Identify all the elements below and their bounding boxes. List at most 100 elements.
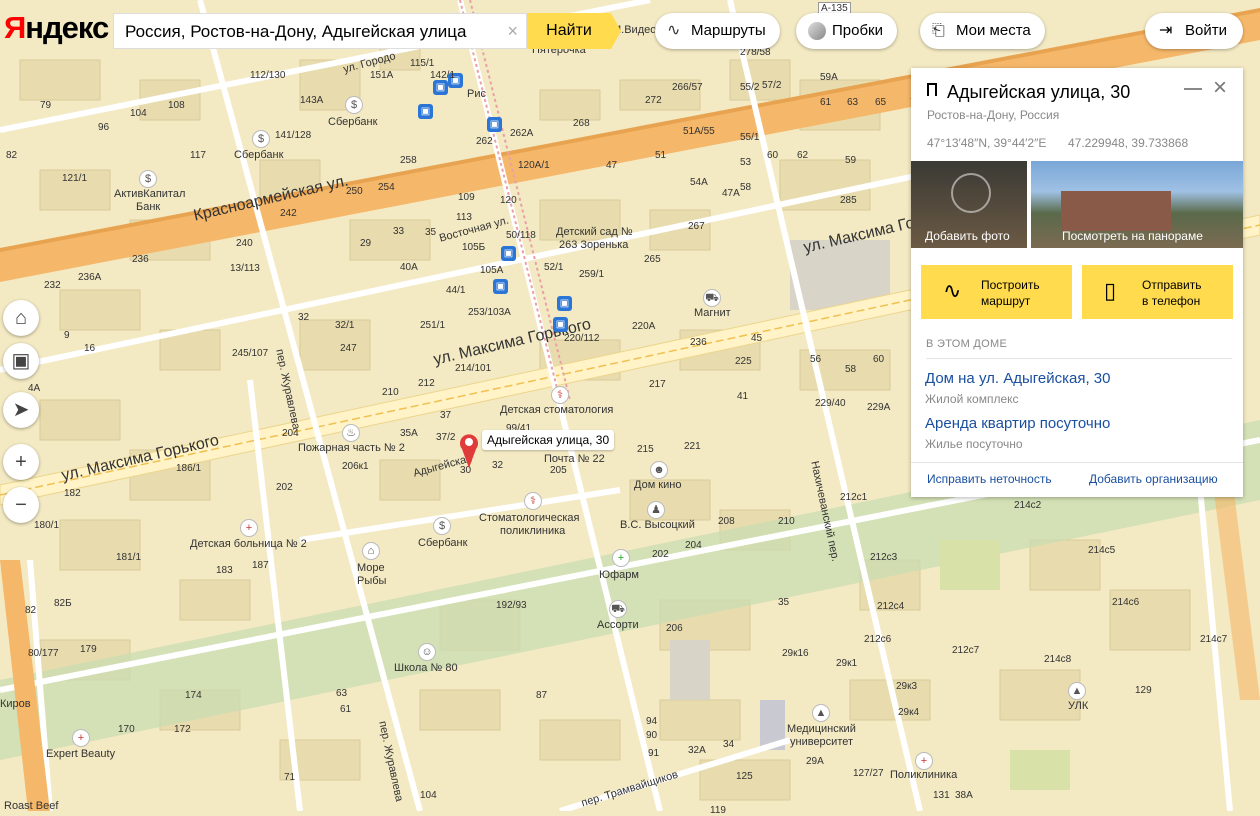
zoom-out-button[interactable]: − (3, 487, 39, 523)
login-button[interactable]: ⇥ Войти (1145, 13, 1243, 49)
bus-stop-icon[interactable]: ▣ (487, 117, 502, 132)
poi-hospital[interactable]: Детская больница № 2 (190, 538, 307, 550)
poi-aktiv[interactable]: АктивКапитал (114, 188, 185, 200)
house-number: 229A (867, 402, 891, 413)
bus-stop-icon[interactable]: ▣ (553, 317, 568, 332)
poi-fire[interactable]: Пожарная часть № 2 (298, 442, 405, 454)
monument-icon[interactable]: ♟ (647, 501, 665, 519)
house-number: 212c4 (877, 601, 905, 612)
poi-stomat-2[interactable]: поликлиника (500, 525, 565, 537)
poi-more[interactable]: Море (357, 562, 385, 574)
find-button[interactable]: Найти (527, 13, 621, 49)
bus-stop-icon[interactable]: ▣ (557, 296, 572, 311)
poi-assorti[interactable]: Ассорти (597, 619, 639, 631)
poi-roast[interactable]: Roast Beef (4, 800, 58, 812)
search-input[interactable] (114, 14, 507, 50)
house-number: 29A (806, 756, 824, 767)
house-number: 90 (646, 730, 658, 741)
org-link[interactable]: Дом на ул. Адыгейская, 30 (925, 370, 1110, 387)
bank-icon[interactable]: $ (345, 96, 363, 114)
panorama-preview (1061, 191, 1171, 231)
panorama-tile[interactable]: Посмотреть на панораме (1031, 161, 1243, 248)
bus-stop-icon[interactable]: ▣ (433, 80, 448, 95)
cart-icon[interactable]: ⛟ (703, 289, 721, 307)
cinema-icon[interactable]: ☻ (650, 461, 668, 479)
poi-med-2[interactable]: университет (790, 736, 853, 748)
routes-button[interactable]: ∿ Маршруты (655, 13, 780, 49)
bus-stop-icon[interactable]: ▣ (418, 104, 433, 119)
house-number: 63 (336, 688, 348, 699)
poi-kindergarten[interactable]: Детский сад № (556, 226, 633, 238)
route-button[interactable]: ∿ Построить маршрут (921, 265, 1072, 319)
house-number: 61 (340, 704, 352, 715)
poi-ris[interactable]: Рис (467, 88, 486, 100)
send-to-phone-button[interactable]: ▯ Отправить в телефон (1082, 265, 1233, 319)
house-number: 204 (685, 540, 702, 551)
yandex-logo[interactable]: Яндекс (4, 10, 109, 46)
tooth-icon[interactable]: ⚕ (551, 386, 569, 404)
poi-polikl[interactable]: Поликлиника (890, 769, 957, 781)
briefcase-button[interactable]: ▣ (3, 343, 39, 379)
poi-med[interactable]: Медицинский (787, 723, 856, 735)
poi-vysotsky[interactable]: В.С. Высоцкий (620, 519, 695, 531)
shop-icon[interactable]: ⌂ (362, 542, 380, 560)
house-number: 16 (84, 343, 96, 354)
university-icon[interactable]: ▲ (812, 704, 830, 722)
minimize-icon[interactable] (1184, 88, 1202, 90)
bookmark-icon[interactable] (927, 83, 937, 96)
zoom-in-button[interactable]: + (3, 444, 39, 480)
poi-sberbank-1[interactable]: Сбербанк (328, 116, 377, 128)
clear-icon[interactable]: × (507, 21, 518, 42)
poi-expert[interactable]: Expert Beauty (46, 748, 115, 760)
poi-ulk[interactable]: УЛК (1068, 700, 1088, 712)
divider (926, 358, 1232, 359)
poi-sberbank-2[interactable]: Сбербанк (234, 149, 283, 161)
house-number: 35A (400, 428, 418, 439)
hospital-icon[interactable]: + (915, 752, 933, 770)
bus-stop-icon[interactable]: ▣ (501, 246, 516, 261)
poi-yufarm[interactable]: Юфарм (599, 569, 639, 581)
add-photo-tile[interactable]: Добавить фото (911, 161, 1027, 248)
poi-magnit[interactable]: Магнит (694, 307, 731, 319)
add-org-link[interactable]: Добавить организацию (1089, 472, 1218, 486)
bank-icon[interactable]: $ (139, 170, 157, 188)
pharmacy-icon[interactable]: + (612, 549, 630, 567)
poi-aktiv-2[interactable]: Банк (136, 201, 160, 213)
locate-button[interactable]: ➤ (3, 392, 39, 428)
traffic-button[interactable]: Пробки (796, 13, 897, 49)
search-box[interactable]: × (113, 13, 527, 50)
poi-stomat[interactable]: Стоматологическая (479, 512, 580, 524)
poi-kindergarten-2[interactable]: 263 Зоренька (559, 239, 628, 251)
poi-sberbank-3[interactable]: Сбербанк (418, 537, 467, 549)
house-number: 94 (646, 716, 658, 727)
hospital-icon[interactable]: + (240, 519, 258, 537)
marker-label[interactable]: Адыгейская улица, 30 (482, 430, 615, 450)
fix-link[interactable]: Исправить неточность (927, 472, 1052, 486)
bank-icon[interactable]: $ (433, 517, 451, 535)
fire-icon[interactable]: ♨ (342, 424, 360, 442)
beauty-icon[interactable]: + (72, 729, 90, 747)
home-button[interactable]: ⌂ (3, 300, 39, 336)
bank-icon[interactable]: $ (252, 130, 270, 148)
poi-post[interactable]: Почта № 22 (544, 453, 605, 465)
poi-school[interactable]: Школа № 80 (394, 662, 458, 674)
card-address: Ростов-на-Дону, Россия (927, 108, 1060, 122)
poi-kirov[interactable]: Киров (0, 698, 31, 710)
close-icon[interactable]: × (1213, 74, 1227, 102)
poi-domkino[interactable]: Дом кино (634, 479, 681, 491)
house-number: 236 (690, 337, 707, 348)
cart-icon[interactable]: ⛟ (609, 600, 627, 618)
poi-dental[interactable]: Детская стоматология (500, 404, 613, 416)
location-marker-icon[interactable] (458, 431, 480, 469)
house-number: 29 (360, 238, 372, 249)
house-number: 34 (723, 739, 735, 750)
coord-decimal[interactable]: 47.229948, 39.733868 (1068, 136, 1188, 150)
org-link[interactable]: Аренда квартир посуточно (925, 415, 1110, 432)
poi-ryby[interactable]: Рыбы (357, 575, 386, 587)
coord-dms[interactable]: 47°13′48″N, 39°44′2″E (927, 136, 1046, 150)
university-icon[interactable]: ▲ (1068, 682, 1086, 700)
tooth-icon[interactable]: ⚕ (524, 492, 542, 510)
my-places-button[interactable]: ⎗ Мои места (920, 13, 1045, 49)
bus-stop-icon[interactable]: ▣ (493, 279, 508, 294)
school-icon[interactable]: ☺ (418, 643, 436, 661)
